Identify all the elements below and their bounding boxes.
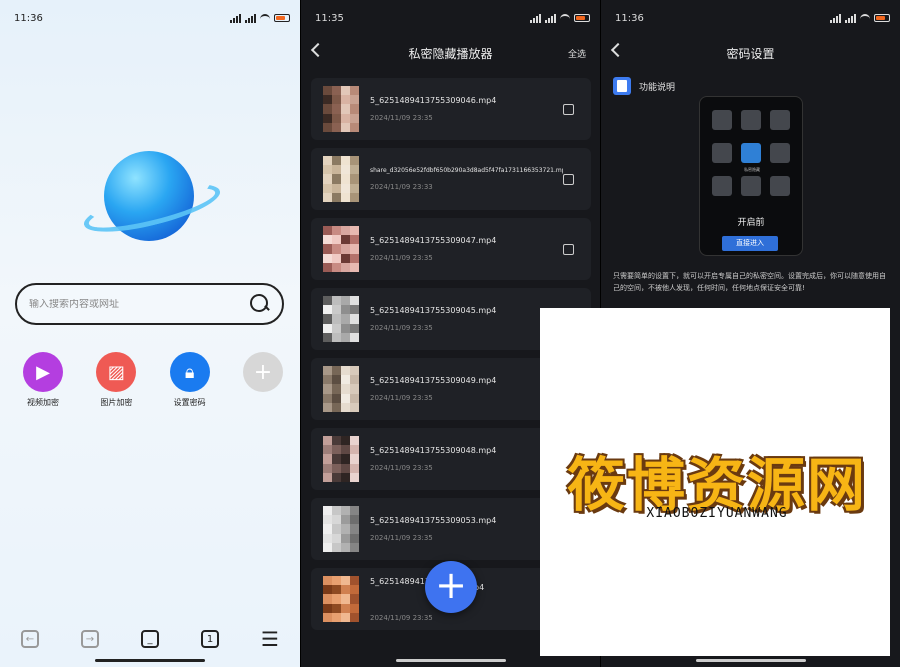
shortcut-label: 视频加密 (27, 398, 59, 407)
signal-icon (530, 13, 541, 23)
shortcut-label: 设置密码 (173, 398, 206, 407)
app-tile-icon (770, 176, 790, 196)
watermark-subtitle: XIAOBOZIYUANWANG (646, 506, 788, 521)
back-icon[interactable] (310, 42, 326, 58)
app-header: 私密隐藏播放器 全选 (301, 40, 600, 66)
app-tile-icon (770, 110, 790, 130)
app-tile-icon (741, 176, 761, 196)
file-date: 2024/11/09 23:35 (370, 254, 433, 262)
private-app-tile-icon (741, 143, 761, 163)
shortcut-set-password[interactable]: 🔒︎ 设置密码 (160, 352, 220, 408)
tabs-nav-button[interactable]: 1 (199, 628, 221, 650)
video-thumbnail (323, 296, 359, 342)
page-title: 密码设置 (726, 46, 775, 61)
search-bar[interactable] (15, 283, 284, 325)
tabs-icon: 1 (201, 630, 219, 648)
feature-description: 只需要简单的设置下，就可以开启专属自己的私密空间。设置完成后，你可以随意使用自己… (613, 272, 886, 292)
before-label: 开启前 (737, 218, 765, 228)
feature-title: 功能说明 (639, 82, 676, 93)
app-tile-icon (712, 110, 732, 130)
video-thumbnail (323, 86, 359, 132)
home-indicator[interactable] (395, 659, 506, 662)
video-list-item[interactable]: share_d32056e52fdbf650b290a3d8ad5f47fa17… (311, 148, 591, 210)
signal-icon (845, 13, 856, 23)
shortcut-image-encrypt[interactable]: ▨ 图片加密 (86, 352, 146, 408)
shortcut-add[interactable]: + (233, 352, 293, 408)
search-icon[interactable] (250, 294, 270, 314)
wifi-icon (260, 14, 270, 22)
status-bar: 11:36 (14, 10, 290, 26)
page-title: 私密隐藏播放器 (408, 46, 493, 61)
arrow-right-icon: → (81, 630, 99, 648)
image-icon[interactable]: ▨ (96, 352, 137, 392)
battery-icon (874, 14, 890, 22)
tile-caption: 私密隐藏 (744, 167, 760, 172)
demo-phone-illustration: 私密隐藏 开启前 直接进入 (699, 96, 803, 256)
arrow-left-icon: ← (21, 630, 39, 648)
select-checkbox[interactable] (563, 103, 574, 115)
search-input[interactable] (29, 298, 250, 310)
home-indicator[interactable] (95, 659, 205, 662)
feature-heading: 功能说明 (613, 77, 675, 95)
planet-logo (79, 145, 225, 255)
document-icon (613, 77, 631, 95)
back-icon[interactable] (610, 42, 626, 58)
wifi-icon (560, 14, 570, 22)
app-tile-icon (770, 143, 790, 163)
bottom-nav: ← → _ 1 ☰ (0, 620, 300, 658)
file-name: share_d32056e52fdbf650b290a3d8ad5f47fa17… (370, 167, 563, 174)
select-checkbox[interactable] (563, 173, 574, 185)
file-name: 5_6251489413755309046.mp4 (370, 96, 497, 105)
add-video-button[interactable]: + (425, 561, 477, 613)
home-indicator[interactable] (695, 659, 806, 662)
video-list-item[interactable]: 5_6251489413755309047.mp4 2024/11/09 23:3… (311, 218, 591, 280)
video-icon[interactable]: ▶ (23, 352, 63, 392)
status-bar: 11:35 (315, 10, 590, 26)
shortcut-row: ▶ 视频加密 ▨ 图片加密 🔒︎ 设置密码 + (13, 352, 293, 408)
plus-icon[interactable]: + (242, 352, 283, 392)
video-thumbnail (323, 226, 359, 272)
app-header: 密码设置 (601, 40, 900, 66)
signal-icon (545, 13, 556, 23)
app-tile-icon (712, 143, 732, 163)
app-tile-icon (712, 176, 732, 196)
status-time: 11:36 (615, 12, 644, 24)
file-date: 2024/11/09 23:33 (370, 183, 433, 191)
signal-icon (830, 13, 841, 23)
back-nav-button[interactable]: ← (19, 628, 41, 650)
shortcut-video-encrypt[interactable]: ▶ 视频加密 (13, 352, 73, 408)
home-icon: _ (141, 630, 159, 648)
video-thumbnail (323, 156, 359, 202)
select-checkbox[interactable] (563, 243, 574, 255)
app-tile-icon (741, 110, 761, 130)
video-thumbnail (323, 366, 359, 412)
select-all-button[interactable]: 全选 (568, 47, 586, 60)
home-nav-button[interactable]: _ (139, 628, 161, 650)
file-date: 2024/11/09 23:35 (370, 114, 433, 122)
browser-home-screen: 11:36 ▶ 视频加密 ▨ 图片加密 🔒︎ 设置密码 + (0, 0, 300, 667)
video-thumbnail (323, 576, 359, 622)
status-time: 11:36 (14, 12, 43, 24)
status-time: 11:35 (315, 12, 344, 24)
watermark-overlay: 筱博资源网 XIAOBOZIYUANWANG (540, 308, 890, 656)
status-bar: 11:36 (615, 10, 890, 26)
file-name: 5_6251489413755309047.mp4 (370, 236, 497, 245)
video-list-item[interactable]: 5_6251489413755309046.mp4 2024/11/09 23:3… (311, 78, 591, 140)
menu-nav-button[interactable]: ☰ (259, 627, 281, 651)
shortcut-label: 图片加密 (100, 398, 133, 407)
wifi-icon (860, 14, 870, 22)
forward-nav-button[interactable]: → (79, 628, 101, 650)
video-thumbnail (323, 506, 359, 552)
enter-directly-button[interactable]: 直接进入 (722, 236, 778, 251)
battery-icon (274, 14, 290, 22)
lock-icon[interactable]: 🔒︎ (169, 352, 210, 392)
signal-icon (230, 13, 241, 23)
video-thumbnail (323, 436, 359, 482)
signal-icon (245, 13, 256, 23)
menu-icon: ☰ (261, 627, 279, 651)
battery-icon (574, 14, 590, 22)
